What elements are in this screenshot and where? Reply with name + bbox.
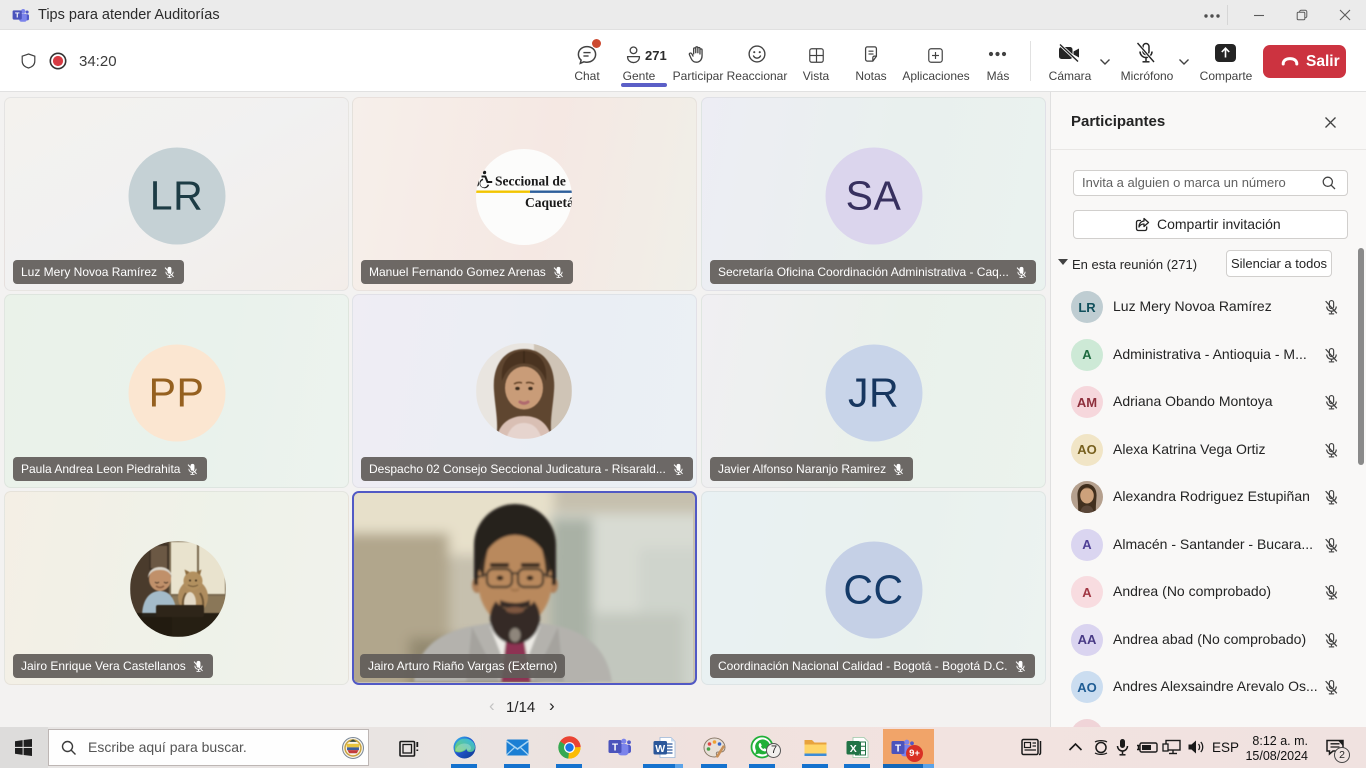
svg-text:Caquetá: Caquetá bbox=[525, 195, 572, 210]
svg-text:T: T bbox=[15, 11, 20, 20]
svg-text:j: j bbox=[476, 175, 480, 187]
svg-text:T: T bbox=[612, 743, 618, 754]
svg-text:T: T bbox=[895, 744, 901, 755]
svg-text:W: W bbox=[655, 743, 665, 755]
svg-text:Seccional de: Seccional de bbox=[495, 174, 566, 189]
svg-text:X: X bbox=[850, 743, 857, 755]
